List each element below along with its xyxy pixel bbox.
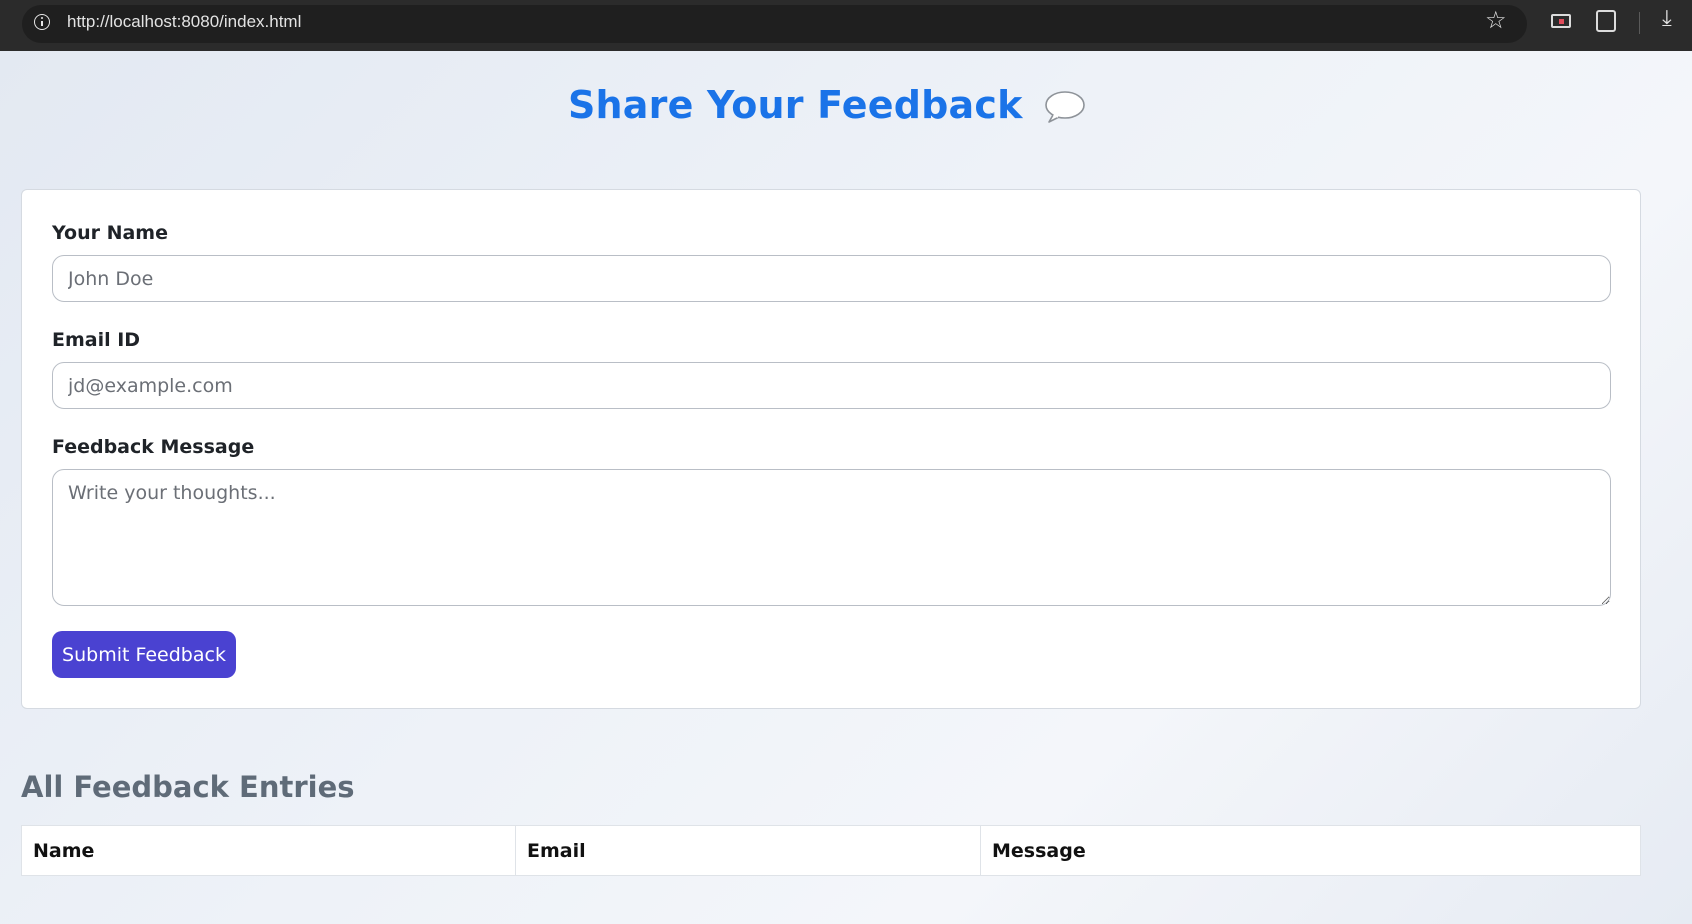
toolbar-divider	[1639, 12, 1640, 34]
name-label: Your Name	[52, 222, 168, 244]
bookmark-star-icon[interactable]: ☆	[1485, 8, 1507, 32]
entries-heading: All Feedback Entries	[21, 770, 355, 804]
column-header-message: Message	[992, 839, 1086, 862]
submit-feedback-button[interactable]: Submit Feedback	[52, 631, 236, 678]
address-url[interactable]: http://localhost:8080/index.html	[67, 12, 301, 32]
extensions-puzzle-icon[interactable]	[1596, 10, 1616, 32]
name-input[interactable]	[52, 255, 1611, 302]
column-header-email: Email	[515, 825, 981, 876]
site-info-icon[interactable]	[34, 14, 50, 30]
page-body: Share Your Feedback Your Name Email ID F…	[0, 51, 1692, 924]
download-icon[interactable]: ⤓	[1662, 8, 1672, 30]
speech-bubble-icon	[1043, 89, 1087, 125]
message-label: Feedback Message	[52, 436, 255, 458]
table-header-row: Name Email Message	[21, 825, 1641, 876]
extension-icon[interactable]	[1551, 14, 1571, 28]
title-row: Share Your Feedback	[0, 83, 1655, 127]
column-header-name: Name	[21, 825, 516, 876]
feedback-form-card: Your Name Email ID Feedback Message Subm…	[21, 189, 1641, 709]
message-textarea[interactable]	[52, 469, 1611, 606]
email-input[interactable]	[52, 362, 1611, 409]
page-title: Share Your Feedback	[567, 83, 1023, 127]
email-label: Email ID	[52, 329, 141, 351]
entries-table: Name Email Message	[21, 825, 1641, 876]
browser-toolbar: http://localhost:8080/index.html ☆ ⤓	[0, 0, 1692, 51]
